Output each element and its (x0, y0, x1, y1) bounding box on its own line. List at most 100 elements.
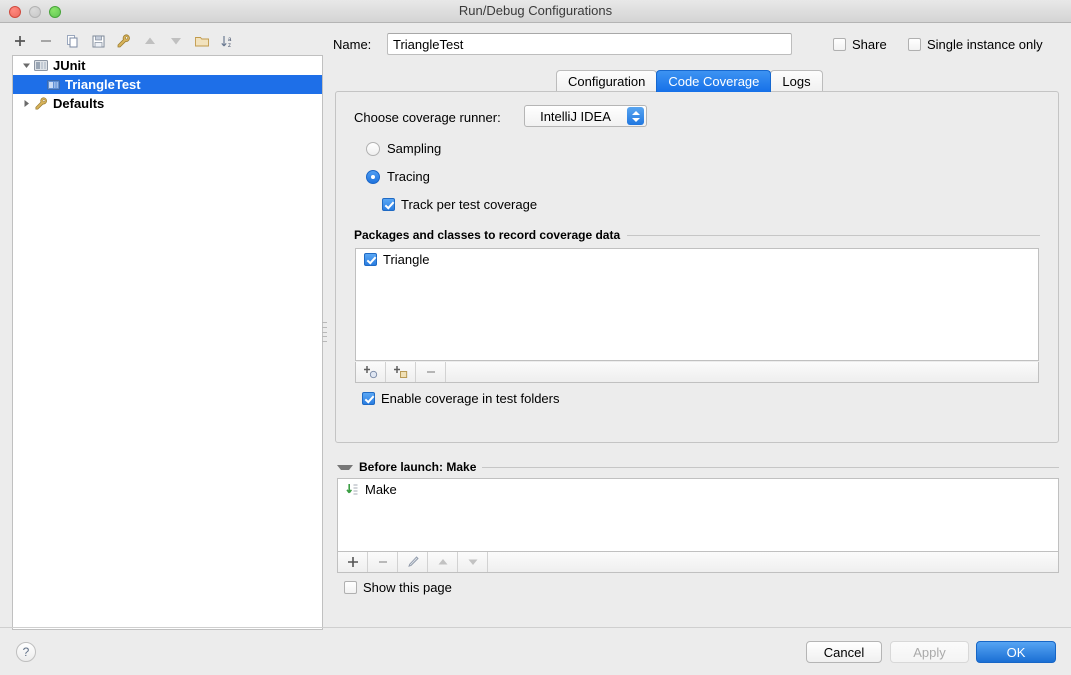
show-this-page-checkbox[interactable]: Show this page (344, 580, 452, 595)
save-configuration-button[interactable] (86, 30, 110, 52)
plus-icon (15, 36, 25, 46)
apply-button[interactable]: Apply (890, 641, 969, 663)
name-input[interactable] (387, 33, 792, 55)
pattern-label: Triangle (383, 251, 430, 267)
checkbox-box (833, 38, 846, 51)
wrench-icon (117, 34, 130, 48)
add-package-button[interactable] (386, 362, 416, 382)
before-launch-task-list[interactable]: Make (337, 478, 1059, 552)
sampling-label: Sampling (387, 141, 442, 156)
arrow-down-icon (468, 559, 477, 565)
edit-task-button[interactable] (398, 552, 428, 572)
before-launch-header[interactable]: Before launch: Make (337, 460, 1059, 474)
window-titlebar: Run/Debug Configurations (0, 0, 1071, 23)
copy-configuration-button[interactable] (60, 30, 84, 52)
minus-icon (41, 40, 51, 42)
sort-az-icon: a z (221, 35, 232, 49)
help-button[interactable]: ? (16, 642, 36, 662)
pencil-icon (407, 556, 419, 567)
tree-node-junit[interactable]: JUnit (13, 56, 322, 75)
tracing-radio[interactable]: Tracing (366, 169, 430, 184)
stepper-arrows-icon[interactable] (627, 107, 644, 125)
wrench-icon (33, 96, 49, 112)
share-checkbox[interactable]: Share (833, 37, 887, 52)
tab-code-coverage[interactable]: Code Coverage (656, 70, 772, 92)
cancel-button[interactable]: Cancel (806, 641, 882, 663)
tree-node-label: JUnit (53, 58, 86, 73)
before-launch-toolbar (337, 552, 1059, 573)
name-label: Name: (333, 37, 372, 52)
coverage-patterns-toolbar (355, 362, 1039, 383)
window-title: Run/Debug Configurations (458, 3, 613, 18)
coverage-runner-select[interactable]: IntelliJ IDEA (524, 105, 647, 127)
group-divider (482, 466, 1059, 468)
share-label: Share (852, 37, 887, 52)
move-task-down-button[interactable] (458, 552, 488, 572)
packages-group-header: Packages and classes to record coverage … (354, 228, 1040, 242)
list-item[interactable]: Triangle (356, 249, 1038, 269)
move-up-button[interactable] (138, 30, 162, 52)
coverage-runner-value: IntelliJ IDEA (540, 108, 611, 124)
checkbox-box (382, 198, 395, 211)
folder-icon (195, 37, 209, 47)
panel-splitter-handle[interactable] (322, 322, 327, 342)
remove-configuration-button[interactable] (34, 30, 58, 52)
add-class-button[interactable] (356, 362, 386, 382)
checkbox-box[interactable] (364, 252, 377, 266)
track-per-test-checkbox[interactable]: Track per test coverage (382, 197, 537, 212)
coverage-patterns-list[interactable]: Triangle (355, 248, 1039, 361)
arrow-up-icon (145, 37, 155, 44)
radio-circle (366, 141, 380, 156)
tree-node-label: Defaults (53, 96, 105, 111)
checkbox-box (908, 38, 921, 51)
svg-text:z: z (228, 43, 231, 49)
tab-configuration[interactable]: Configuration (556, 70, 658, 92)
group-divider (627, 234, 1040, 236)
minus-icon (426, 371, 435, 373)
tree-node-label: TriangleTest (65, 77, 141, 92)
edit-defaults-button[interactable] (112, 30, 136, 52)
tab-logs[interactable]: Logs (770, 70, 823, 92)
chevron-right-icon[interactable] (19, 99, 33, 108)
remove-task-button[interactable] (368, 552, 398, 572)
single-instance-label: Single instance only (927, 37, 1043, 52)
arrow-up-icon (438, 559, 447, 565)
move-down-button[interactable] (164, 30, 188, 52)
configurations-toolbar: a z (8, 28, 318, 54)
test-class-icon (45, 77, 61, 93)
packages-group-title: Packages and classes to record coverage … (354, 228, 621, 242)
add-configuration-button[interactable] (8, 30, 32, 52)
radio-circle (366, 169, 380, 184)
minus-icon (378, 561, 387, 563)
sort-configurations-button[interactable]: a z (216, 30, 240, 52)
checkbox-box (362, 392, 375, 405)
configurations-tree[interactable]: JUnit TriangleTest Defaults (12, 55, 323, 630)
before-launch-title: Before launch: Make (359, 460, 477, 474)
checkbox-box (344, 581, 357, 594)
add-package-icon (394, 366, 408, 378)
ok-button[interactable]: OK (976, 641, 1056, 663)
coverage-runner-label: Choose coverage runner: (354, 110, 501, 125)
chevron-down-icon[interactable] (19, 61, 33, 70)
plus-icon (347, 557, 358, 567)
enable-test-folders-label: Enable coverage in test folders (381, 391, 560, 406)
add-task-button[interactable] (338, 552, 368, 572)
add-class-icon (364, 366, 378, 379)
tree-node-defaults[interactable]: Defaults (13, 94, 322, 113)
list-item[interactable]: Make (338, 479, 1058, 499)
tracing-label: Tracing (387, 169, 430, 184)
copy-icon (66, 34, 77, 47)
sampling-radio[interactable]: Sampling (366, 141, 441, 156)
configuration-tabs: Configuration Code Coverage Logs (556, 69, 823, 92)
save-icon (92, 35, 104, 47)
remove-pattern-button[interactable] (416, 362, 446, 382)
enable-test-folders-checkbox[interactable]: Enable coverage in test folders (362, 391, 560, 406)
move-task-up-button[interactable] (428, 552, 458, 572)
footer-divider (0, 627, 1071, 628)
track-per-test-label: Track per test coverage (401, 197, 538, 212)
run-debug-configurations-dialog: Run/Debug Configurations a z JUnit Trian… (0, 0, 1071, 675)
tree-node-triangletest[interactable]: TriangleTest (13, 75, 322, 94)
single-instance-checkbox[interactable]: Single instance only (908, 37, 1043, 52)
disclosure-triangle-icon[interactable] (337, 464, 353, 470)
move-into-folder-button[interactable] (190, 30, 214, 52)
